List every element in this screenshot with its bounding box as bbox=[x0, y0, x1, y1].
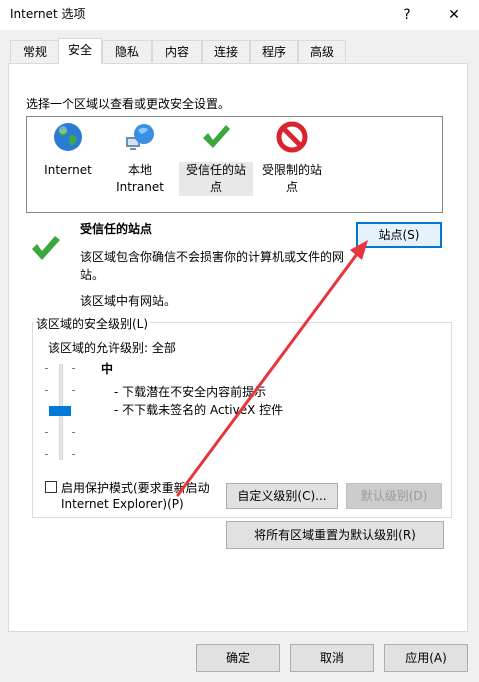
slider-tick bbox=[45, 368, 48, 369]
level-point-2: - 不下载未签名的 ActiveX 控件 bbox=[114, 403, 284, 417]
close-button[interactable]: ✕ bbox=[440, 4, 468, 26]
zone-label: 受限制的站 点 bbox=[261, 163, 322, 194]
zone-label: Internet bbox=[44, 163, 92, 177]
custom-level-button[interactable]: 自定义级别(C)... bbox=[226, 483, 338, 509]
zone-trusted-sites[interactable]: 受信任的站 点 bbox=[179, 121, 253, 196]
allowed-levels-text: 该区域的允许级别: 全部 bbox=[48, 341, 176, 355]
zone-label: 受信任的站 点 bbox=[179, 162, 253, 196]
globe-icon bbox=[54, 123, 82, 151]
slider-tick bbox=[72, 368, 75, 369]
ok-button[interactable]: 确定 bbox=[196, 644, 280, 672]
security-level-label: 该区域的安全级别(L) bbox=[34, 315, 151, 332]
tab-bar: 常规 安全 隐私 内容 连接 程序 高级 bbox=[0, 30, 479, 64]
tab-advanced[interactable]: 高级 bbox=[298, 40, 346, 62]
window-title: Internet 选项 bbox=[10, 7, 86, 21]
zone-local-intranet[interactable]: 本地 Intranet bbox=[103, 121, 177, 196]
restricted-icon bbox=[276, 121, 308, 153]
level-point-1: - 下载潜在不安全内容前提示 bbox=[114, 385, 267, 399]
tab-privacy[interactable]: 隐私 bbox=[102, 40, 152, 62]
slider-tick bbox=[72, 432, 75, 433]
security-level-slider-thumb[interactable] bbox=[49, 406, 71, 416]
zone-label: 本地 Intranet bbox=[116, 163, 164, 194]
protected-mode-checkbox[interactable] bbox=[45, 481, 57, 493]
zone-description: 该区域包含你确信不会损害你的计算机或文件的网站。 bbox=[80, 250, 345, 282]
tab-security[interactable]: 安全 bbox=[58, 38, 102, 64]
slider-tick bbox=[45, 454, 48, 455]
slider-tick bbox=[45, 390, 48, 391]
intranet-globe-icon bbox=[126, 124, 154, 150]
help-button[interactable]: ? bbox=[393, 4, 421, 26]
slider-tick bbox=[72, 390, 75, 391]
default-level-button: 默认级别(D) bbox=[346, 483, 442, 509]
selected-zone-title: 受信任的站点 bbox=[80, 222, 153, 236]
zone-internet[interactable]: Internet bbox=[31, 121, 105, 179]
zone-list[interactable]: Internet 本地 Intranet 受信任的站 点 受限制的站 点 bbox=[26, 116, 443, 213]
zone-restricted-sites[interactable]: 受限制的站 点 bbox=[255, 121, 329, 196]
reset-all-zones-button[interactable]: 将所有区域重置为默认级别(R) bbox=[226, 521, 444, 549]
select-zone-prompt: 选择一个区域以查看或更改安全设置。 bbox=[26, 97, 231, 111]
apply-button[interactable]: 应用(A) bbox=[384, 644, 468, 672]
green-check-icon bbox=[203, 125, 230, 148]
tab-general[interactable]: 常规 bbox=[10, 40, 60, 62]
zone-has-sites: 该区域中有网站。 bbox=[80, 294, 177, 308]
sites-button[interactable]: 站点(S) bbox=[356, 222, 442, 248]
protected-mode-label-line2: Internet Explorer)(P) bbox=[61, 497, 184, 511]
tab-programs[interactable]: 程序 bbox=[250, 40, 298, 62]
tab-connections[interactable]: 连接 bbox=[202, 40, 250, 62]
trusted-check-icon bbox=[32, 236, 60, 260]
protected-mode-label-line1: 启用保护模式(要求重新启动 bbox=[61, 481, 210, 495]
slider-tick bbox=[45, 432, 48, 433]
title-bar: Internet 选项 ? ✕ bbox=[0, 0, 479, 30]
cancel-button[interactable]: 取消 bbox=[290, 644, 374, 672]
tab-content[interactable]: 内容 bbox=[152, 40, 202, 62]
level-name: 中 bbox=[101, 362, 114, 376]
slider-tick bbox=[72, 454, 75, 455]
